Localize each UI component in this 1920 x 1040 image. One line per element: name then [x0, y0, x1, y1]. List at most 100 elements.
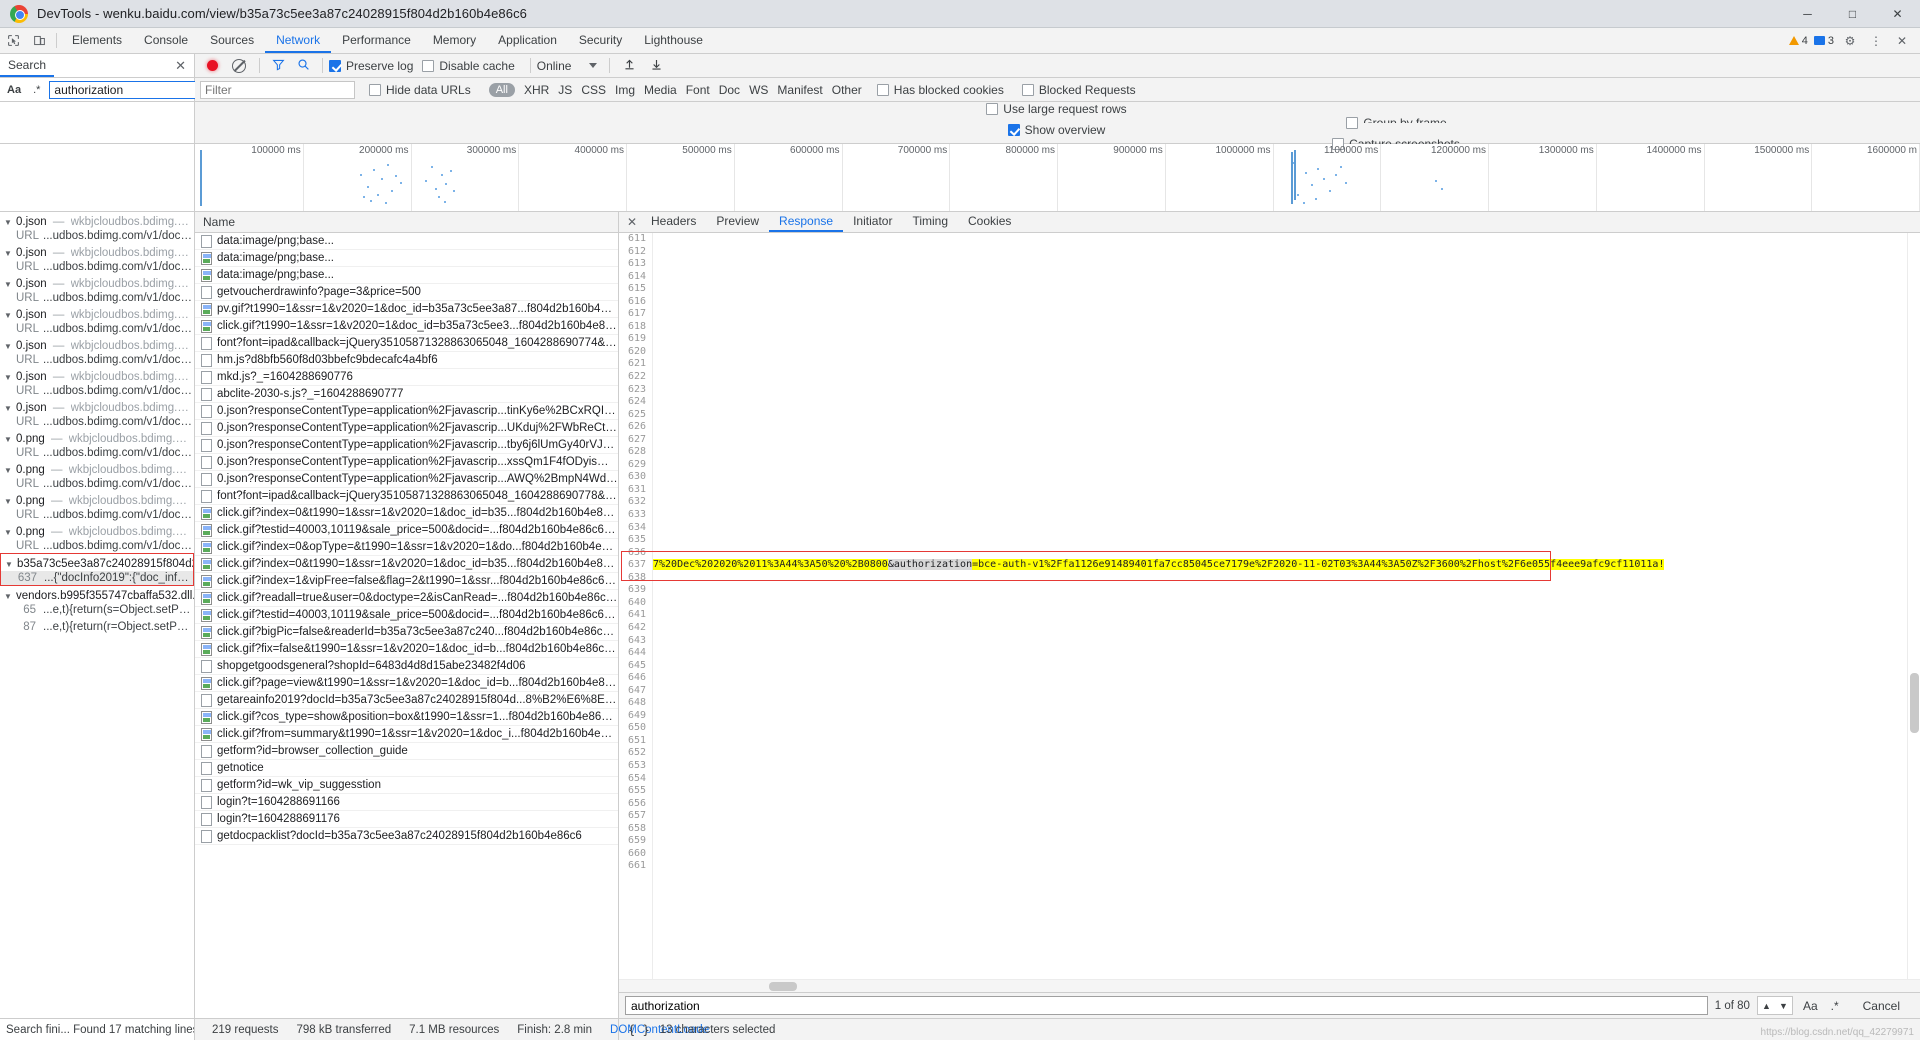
chevron-down-icon[interactable]: ▼ — [4, 592, 13, 601]
search-result-line[interactable]: URL...udbos.bdimg.com/v1/docconver... — [0, 260, 194, 274]
find-navigation[interactable]: ▲ ▼ — [1756, 996, 1793, 1015]
throttling-select[interactable]: Online — [537, 59, 598, 73]
chevron-down-icon[interactable]: ▼ — [4, 466, 13, 475]
warning-count-badge[interactable]: 4 — [1788, 35, 1808, 47]
code-line[interactable] — [653, 271, 1920, 284]
search-result-header[interactable]: ▼0.json — wkbjcloudbos.bdimg.com/v1/d... — [0, 339, 194, 353]
response-body-viewer[interactable]: 611 612 613 614 615 616 617 618 619 620 621 622 623 6… — [619, 233, 1920, 979]
chevron-down-icon[interactable]: ▼ — [4, 528, 13, 537]
close-window-button[interactable]: ✕ — [1875, 0, 1920, 28]
chevron-down-icon[interactable]: ▼ — [4, 280, 13, 289]
table-row[interactable]: shopgetgoodsgeneral?shopId=6483d4d8d15ab… — [195, 658, 618, 675]
search-result-header[interactable]: ▼0.json — wkbjcloudbos.bdimg.com/v1/d... — [0, 277, 194, 291]
search-result-group[interactable]: 87 ...e,t){return(r=Object.setPrototypeO.… — [0, 617, 194, 634]
tab-security[interactable]: Security — [568, 28, 633, 53]
code-line[interactable] — [653, 735, 1920, 748]
tab-timing[interactable]: Timing — [902, 212, 958, 232]
code-line[interactable] — [653, 296, 1920, 309]
code-line[interactable] — [653, 810, 1920, 823]
clear-icon[interactable] — [232, 58, 246, 73]
search-results-panel[interactable]: ▼0.json — wkbjcloudbos.bdimg.com/v1/d...… — [0, 212, 195, 1018]
table-row[interactable]: click.gif?index=0&opType=&t1990=1&ssr=1&… — [195, 539, 618, 556]
tab-preview[interactable]: Preview — [706, 212, 769, 232]
search-result-header[interactable]: ▼0.json — wkbjcloudbos.bdimg.com/v1/d... — [0, 215, 194, 229]
search-result-header[interactable]: ▼0.json — wkbjcloudbos.bdimg.com/v1/d... — [0, 401, 194, 415]
tab-elements[interactable]: Elements — [61, 28, 133, 53]
import-har-icon[interactable] — [623, 58, 636, 74]
search-result-group[interactable]: ▼0.png — wkbjcloudbos.bdimg.com/v1/d...U… — [0, 491, 194, 522]
search-result-line[interactable]: URL...udbos.bdimg.com/v1/docconver... — [0, 477, 194, 491]
table-row[interactable]: font?font=ipad&callback=jQuery3510587132… — [195, 335, 618, 352]
search-result-header[interactable]: ▼0.png — wkbjcloudbos.bdimg.com/v1/d... — [0, 494, 194, 508]
find-match-case-toggle[interactable]: Aa — [1800, 999, 1821, 1013]
blocked-requests-checkbox[interactable]: Blocked Requests — [1021, 83, 1136, 97]
search-result-line[interactable]: URL...udbos.bdimg.com/v1/docconver... — [0, 322, 194, 336]
device-toolbar-icon[interactable] — [26, 28, 52, 53]
code-line[interactable]: 7%20Dec%202020%2011%3A44%3A50%20%2B0800&… — [653, 559, 1920, 572]
code-line[interactable] — [653, 785, 1920, 798]
inspect-element-icon[interactable] — [0, 28, 26, 53]
table-row[interactable]: click.gif?t1990=1&ssr=1&v2020=1&doc_id=b… — [195, 318, 618, 335]
table-row[interactable]: click.gif?cos_type=show&position=box&t19… — [195, 709, 618, 726]
disable-cache-checkbox[interactable]: Disable cache — [422, 59, 515, 73]
minimize-button[interactable]: ─ — [1785, 0, 1830, 28]
tab-sources[interactable]: Sources — [199, 28, 265, 53]
column-header-name[interactable]: Name — [195, 212, 618, 233]
table-row[interactable]: hm.js?d8bfb560f8d03bbefc9bdecafc4a4bf6 — [195, 352, 618, 369]
chevron-down-icon[interactable]: ▼ — [4, 373, 13, 382]
search-result-line[interactable]: URL...udbos.bdimg.com/v1/docconver... — [0, 291, 194, 305]
code-line[interactable] — [653, 434, 1920, 447]
code-line[interactable] — [653, 246, 1920, 259]
overview-timeline[interactable]: 100000 ms 200000 ms 300000 ms 400000 ms 5000… — [195, 144, 1920, 211]
search-result-header[interactable]: ▼0.json — wkbjcloudbos.bdimg.com/v1/d... — [0, 308, 194, 322]
table-row[interactable]: login?t=1604288691176 — [195, 811, 618, 828]
tab-application[interactable]: Application — [487, 28, 568, 53]
code-line[interactable] — [653, 496, 1920, 509]
filter-input[interactable] — [200, 80, 355, 99]
table-row[interactable]: click.gif?fix=false&t1990=1&ssr=1&v2020=… — [195, 641, 618, 658]
code-line[interactable] — [653, 722, 1920, 735]
code-line[interactable] — [653, 534, 1920, 547]
vertical-scrollbar[interactable] — [1907, 233, 1920, 979]
search-result-header[interactable]: ▼0.png — wkbjcloudbos.bdimg.com/v1/d... — [0, 525, 194, 539]
filter-type-xhr[interactable]: XHR — [524, 83, 549, 97]
search-result-line[interactable]: URL...udbos.bdimg.com/v1/docconver... — [0, 415, 194, 429]
match-case-toggle[interactable]: Aa — [4, 84, 24, 96]
code-line[interactable] — [653, 371, 1920, 384]
find-next-button[interactable]: ▼ — [1775, 1001, 1792, 1011]
code-line[interactable] — [653, 672, 1920, 685]
regex-toggle[interactable]: .* — [30, 84, 43, 96]
export-har-icon[interactable] — [650, 58, 663, 74]
search-result-line[interactable]: URL...udbos.bdimg.com/v1/docconver... — [0, 508, 194, 522]
code-line[interactable] — [653, 584, 1920, 597]
has-blocked-cookies-checkbox[interactable]: Has blocked cookies — [876, 83, 1004, 97]
filter-type-ws[interactable]: WS — [749, 83, 768, 97]
table-row[interactable]: pv.gif?t1990=1&ssr=1&v2020=1&doc_id=b35a… — [195, 301, 618, 318]
table-row[interactable]: click.gif?index=0&t1990=1&ssr=1&v2020=1&… — [195, 556, 618, 573]
filter-type-font[interactable]: Font — [686, 83, 710, 97]
search-result-group[interactable]: ▼0.png — wkbjcloudbos.bdimg.com/v1/d...U… — [0, 429, 194, 460]
search-result-group[interactable]: ▼0.json — wkbjcloudbos.bdimg.com/v1/d...… — [0, 274, 194, 305]
code-line[interactable] — [653, 860, 1920, 873]
code-line[interactable] — [653, 798, 1920, 811]
code-line[interactable] — [653, 635, 1920, 648]
code-line[interactable] — [653, 697, 1920, 710]
search-result-header[interactable]: ▼vendors.b995f355747cbaffa532.dll.js — .… — [0, 589, 194, 603]
table-row[interactable]: getvoucherdrawinfo?page=3&price=500 — [195, 284, 618, 301]
code-line[interactable] — [653, 848, 1920, 861]
table-row[interactable]: 0.json?responseContentType=application%2… — [195, 471, 618, 488]
search-result-header[interactable]: ▼0.json — wkbjcloudbos.bdimg.com/v1/d... — [0, 246, 194, 260]
close-detail-icon[interactable]: ✕ — [623, 215, 641, 229]
table-row[interactable]: 0.json?responseContentType=application%2… — [195, 403, 618, 420]
search-result-group[interactable]: ▼0.json — wkbjcloudbos.bdimg.com/v1/d...… — [0, 398, 194, 429]
code-line[interactable] — [653, 321, 1920, 334]
search-result-line[interactable]: 637 ...{"docInfo2019":{"doc_info":{"sho..… — [1, 571, 193, 585]
code-line[interactable] — [653, 358, 1920, 371]
search-result-group[interactable]: ▼vendors.b995f355747cbaffa532.dll.js — .… — [0, 586, 194, 617]
close-icon[interactable]: ✕ — [175, 58, 186, 74]
code-line[interactable] — [653, 547, 1920, 560]
scrollbar-thumb[interactable] — [769, 982, 797, 991]
tab-performance[interactable]: Performance — [331, 28, 422, 53]
code-line[interactable] — [653, 509, 1920, 522]
table-row[interactable]: 0.json?responseContentType=application%2… — [195, 437, 618, 454]
